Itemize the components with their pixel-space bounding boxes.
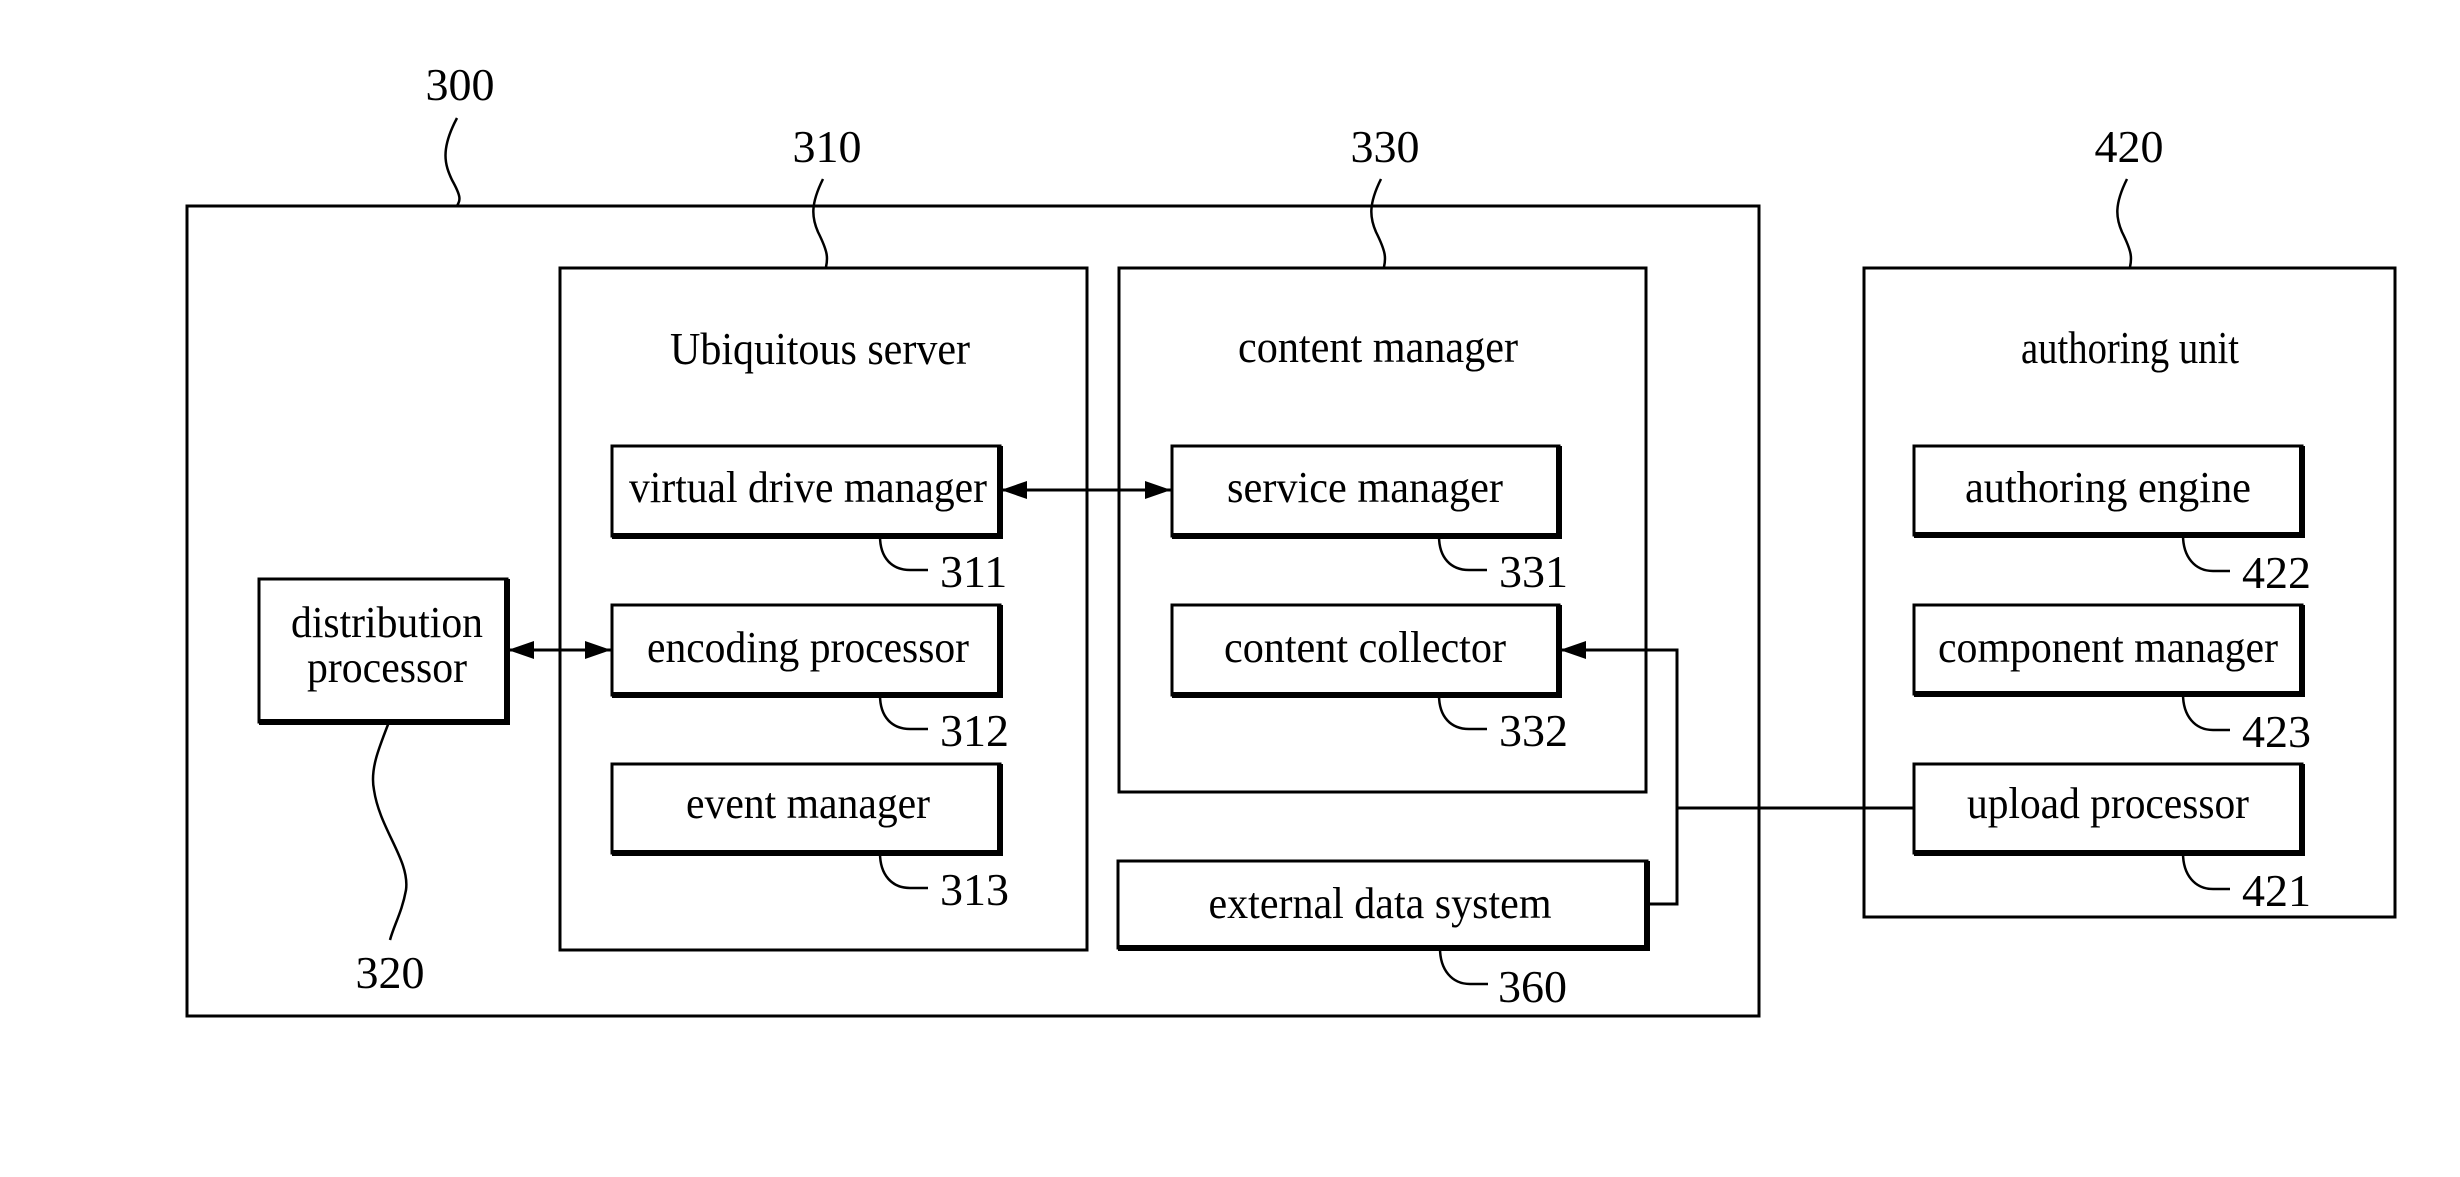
component-manager-label: component manager [1938, 623, 2278, 672]
authoring-engine-label: authoring engine [1965, 463, 2251, 512]
ref-330: 330 [1351, 121, 1420, 172]
upload-processor-label: upload processor [1967, 779, 2249, 828]
block-diagram: 300 310 330 420 Ubiquitous server conten… [185, 59, 2397, 1018]
ref-423: 423 [2242, 706, 2311, 757]
arrowhead-to-distribution [508, 641, 534, 659]
leader-422 [2181, 534, 2230, 573]
ref-311: 311 [940, 546, 1007, 597]
ref-331: 331 [1499, 546, 1568, 597]
distribution-label-line2: processor [307, 643, 467, 692]
arrowhead-to-encoding [585, 641, 611, 659]
ref-320: 320 [356, 947, 425, 998]
leader-423 [2181, 693, 2230, 732]
leader-420 [2116, 178, 2133, 268]
arrowhead-to-service-manager [1145, 481, 1171, 499]
encoding-processor-label: encoding processor [647, 623, 969, 672]
leader-421 [2181, 852, 2230, 891]
authoring-unit-title: authoring unit [2021, 322, 2239, 373]
arrowhead-to-content-collector [1560, 641, 1586, 659]
ref-421: 421 [2242, 865, 2311, 916]
leader-300 [444, 117, 461, 207]
event-manager-label: event manager [686, 779, 930, 828]
leader-310 [812, 178, 829, 268]
external-data-system-label: external data system [1209, 879, 1552, 928]
ref-422: 422 [2242, 547, 2311, 598]
ref-313: 313 [940, 864, 1009, 915]
ref-360: 360 [1498, 961, 1567, 1012]
content-manager-title: content manager [1238, 321, 1518, 372]
service-manager-label: service manager [1227, 463, 1503, 512]
leader-311 [878, 535, 928, 572]
ref-420: 420 [2095, 121, 2164, 172]
virtual-drive-manager-label: virtual drive manager [629, 463, 987, 512]
ref-312: 312 [940, 705, 1009, 756]
leader-332 [1437, 694, 1487, 731]
ubiquitous-server-title: Ubiquitous server [670, 323, 970, 374]
leader-331 [1437, 535, 1487, 572]
ref-310: 310 [793, 121, 862, 172]
distribution-label-line1: distribution [291, 598, 483, 647]
leader-320 [371, 721, 408, 941]
leader-313 [878, 852, 928, 890]
leader-360 [1438, 947, 1488, 986]
ref-300: 300 [426, 59, 495, 110]
ref-332: 332 [1499, 705, 1568, 756]
arrowhead-to-virtual-drive [1001, 481, 1027, 499]
leader-330 [1370, 178, 1387, 268]
leader-312 [878, 694, 928, 731]
content-collector-label: content collector [1224, 623, 1506, 672]
